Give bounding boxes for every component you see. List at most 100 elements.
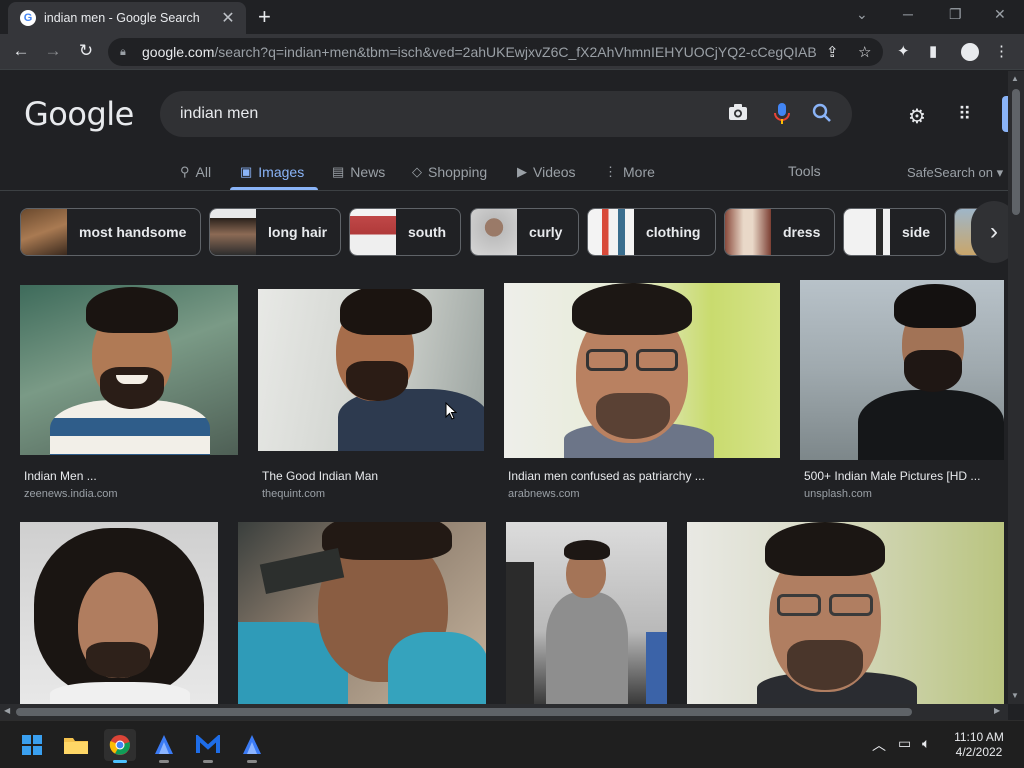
clock-date: 4/2/2022 [955,745,1003,759]
close-window-icon[interactable]: ✕ [994,6,1006,23]
extensions-icon[interactable]: ✦ [897,42,910,60]
new-tab-icon[interactable]: + [258,6,271,28]
image-icon: ▣ [240,164,253,179]
vertical-scroll-thumb[interactable] [1012,89,1020,215]
scroll-down-icon[interactable]: ▼ [1011,691,1019,700]
kebab-icon: ⋮ [604,164,617,179]
tab-videos[interactable]: ▶ Videos [517,159,576,185]
tab-images[interactable]: ▣ Images [240,159,304,185]
side-panel-icon[interactable]: ▮ [929,42,937,60]
play-icon: ▶ [517,164,527,179]
search-box [160,91,852,137]
bookmark-star-icon[interactable]: ☆ [858,43,871,61]
result-thumbnail[interactable] [20,522,218,704]
image-result[interactable]: Indian men confused as patriarchy ... ar… [504,283,780,505]
back-icon[interactable]: ← [10,41,32,61]
tab-all[interactable]: ⚲ All [180,159,211,185]
camera-search-icon[interactable] [728,103,748,126]
image-result[interactable]: 500+ Indian Male Pictures [HD ... unspla… [800,280,1004,505]
app-taskbar-icon-2[interactable] [236,729,268,763]
browser-tab-active[interactable]: G indian men - Google Search ✕ [8,2,246,34]
result-caption[interactable]: The Good Indian Man [262,469,378,483]
search-icon: ⚲ [180,164,190,179]
microphone-icon[interactable] [774,103,790,130]
result-caption[interactable]: 500+ Indian Male Pictures [HD ... [804,469,980,483]
windows-taskbar: ︿ ▭ 🔈︎ 11:10 AM 4/2/2022 [0,720,1024,768]
chip-thumbnail [350,209,396,255]
result-source[interactable]: unsplash.com [804,488,872,500]
image-result[interactable] [506,522,667,704]
chip-thumbnail [210,209,256,255]
tab-shopping[interactable]: ◇ Shopping [412,159,487,185]
scroll-up-icon[interactable]: ▲ [1011,74,1019,83]
tab-close-icon[interactable]: ✕ [220,8,236,28]
related-chips: most handsome long hair south curly clot… [0,207,1008,257]
image-result[interactable]: Indian Men ... zeenews.india.com [20,285,238,505]
result-thumbnail[interactable] [238,522,486,704]
tab-news[interactable]: ▤ News [332,159,385,185]
search-input[interactable] [180,102,700,126]
network-icon[interactable]: ▭ [898,735,911,752]
volume-icon[interactable]: 🔈︎ [922,735,930,752]
search-icon[interactable] [812,103,832,128]
chip-side[interactable]: side [843,208,946,256]
chrome-menu-icon[interactable]: ⋮ [994,42,1009,60]
horizontal-scrollbar[interactable]: ◀ ▶ [0,704,1008,720]
result-caption[interactable]: Indian Men ... [24,469,97,483]
windows-start-icon[interactable] [16,729,48,761]
chips-next-chevron-icon[interactable]: › [971,201,1008,263]
chrome-taskbar-icon[interactable] [104,729,136,763]
taskbar-clock[interactable]: 11:10 AM 4/2/2022 [944,730,1014,760]
image-result[interactable] [238,522,486,704]
safesearch-toggle[interactable]: SafeSearch on ▾ [907,165,1003,181]
chip-curly[interactable]: curly [470,208,579,256]
chip-most-handsome[interactable]: most handsome [20,208,201,256]
chip-thumbnail [725,209,771,255]
image-result[interactable] [20,522,218,704]
lock-icon: 🔒︎ [120,45,126,58]
scroll-right-icon[interactable]: ▶ [994,706,1000,715]
result-source[interactable]: zeenews.india.com [24,488,118,500]
chip-dress[interactable]: dress [724,208,835,256]
share-icon[interactable]: ⇪ [826,43,839,61]
restore-icon[interactable]: ❐ [949,6,962,23]
horizontal-scroll-thumb[interactable] [16,708,912,716]
browser-toolbar: ← → ↻ 🔒︎ google.com/search?q=indian+men&… [0,34,1024,70]
google-logo[interactable]: Google [24,95,134,133]
reload-icon[interactable]: ↻ [75,41,97,61]
profile-avatar-icon[interactable] [961,43,979,61]
mouse-cursor-icon [445,402,457,420]
address-bar[interactable]: 🔒︎ google.com/search?q=indian+men&tbm=is… [108,38,883,66]
chip-thumbnail [471,209,517,255]
mail-app-taskbar-icon[interactable] [192,729,224,763]
forward-icon[interactable]: → [42,41,64,61]
scroll-left-icon[interactable]: ◀ [4,706,10,715]
tray-chevron-up-icon[interactable]: ︿ [872,735,886,755]
image-result[interactable] [687,522,1004,704]
app-taskbar-icon[interactable] [148,729,180,763]
apps-grid-icon[interactable]: ⠿ [958,104,971,125]
image-result[interactable]: The Good Indian Man thequint.com [258,285,484,505]
result-thumbnail[interactable] [504,283,780,458]
result-thumbnail[interactable] [800,280,1004,460]
tab-search-icon[interactable]: ⌄ [856,6,868,23]
file-explorer-icon[interactable] [60,729,92,761]
browser-tabstrip: G indian men - Google Search ✕ + ⌄ ─ ❐ ✕ [0,0,1024,34]
result-thumbnail[interactable] [20,285,238,455]
settings-gear-icon[interactable]: ⚙ [908,104,926,129]
tools-button[interactable]: Tools [788,163,821,179]
active-tab-indicator [230,187,318,190]
vertical-scrollbar[interactable]: ▲ ▼ [1008,71,1024,704]
result-source[interactable]: arabnews.com [508,488,580,500]
tab-more[interactable]: ⋮ More [604,159,655,185]
chip-long-hair[interactable]: long hair [209,208,341,256]
tag-icon: ◇ [412,164,422,179]
chip-south[interactable]: south [349,208,461,256]
minimize-icon[interactable]: ─ [903,6,913,22]
result-thumbnail[interactable] [506,522,667,704]
result-thumbnail[interactable] [258,289,484,451]
chip-clothing[interactable]: clothing [587,208,716,256]
result-thumbnail[interactable] [687,522,1004,704]
result-source[interactable]: thequint.com [262,488,325,500]
result-caption[interactable]: Indian men confused as patriarchy ... [508,469,705,483]
